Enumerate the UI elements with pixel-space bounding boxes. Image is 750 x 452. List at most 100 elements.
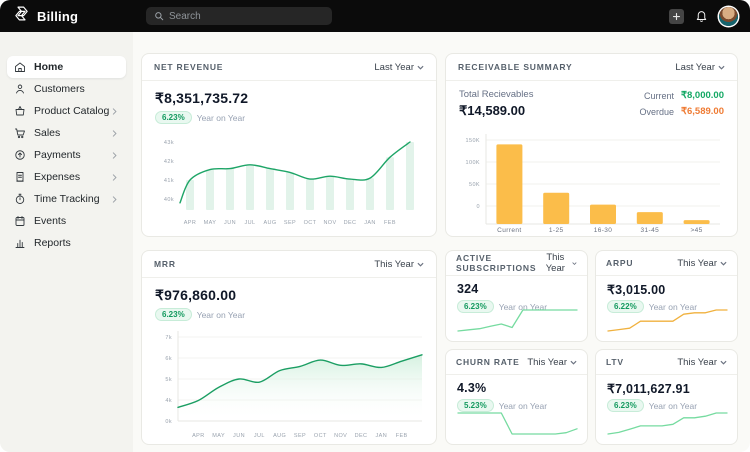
svg-text:31-45: 31-45 xyxy=(640,227,659,234)
svg-text:JUL: JUL xyxy=(254,433,265,439)
card-title: CHURN RATE xyxy=(456,357,520,367)
overdue-label: Overdue xyxy=(639,107,674,117)
churn-rate-header: CHURN RATE This Year xyxy=(446,350,587,375)
notifications-bell-icon[interactable] xyxy=(695,9,708,23)
sidebar-item-label: Time Tracking xyxy=(34,193,100,205)
chevron-right-icon xyxy=(111,196,118,203)
receivable-summary-card: RECEIVABLE SUMMARY Last Year Total Recie… xyxy=(445,53,738,237)
ltv-header: LTV This Year xyxy=(596,350,737,375)
app-title: Billing xyxy=(37,9,78,24)
ltv-value: ₹7,011,627.91 xyxy=(607,381,690,396)
overdue-value: ₹6,589.00 xyxy=(681,106,724,117)
current-value: ₹8,000.00 xyxy=(681,90,724,101)
sidebar-item-time-tracking[interactable]: Time Tracking xyxy=(7,188,126,210)
svg-text:AUG: AUG xyxy=(263,220,276,226)
svg-text:40k: 40k xyxy=(164,197,174,203)
total-receivables: Total Recievables ₹14,589.00 xyxy=(459,89,533,119)
svg-text:NOV: NOV xyxy=(334,433,347,439)
change-label: Year on Year xyxy=(197,310,245,320)
sidebar-item-label: Customers xyxy=(34,83,85,95)
change-label: Year on Year xyxy=(649,401,697,411)
mrr-chart: 7k6k5k4k0kAPRMAYJUNJULAUGSEPOCTNOVDECJAN… xyxy=(154,325,426,443)
current-label: Current xyxy=(644,91,674,101)
card-title: MRR xyxy=(154,259,176,269)
svg-text:APR: APR xyxy=(192,433,205,439)
arpu-value: ₹3,015.00 xyxy=(607,282,665,297)
svg-text:FEB: FEB xyxy=(396,433,408,439)
net-revenue-card: NET REVENUE Last Year ₹8,351,735.72 6.23… xyxy=(141,53,437,237)
basket-icon xyxy=(14,105,26,117)
svg-text:42k: 42k xyxy=(164,159,174,165)
chevron-down-icon xyxy=(720,360,727,365)
sidebar-item-label: Reports xyxy=(34,237,71,249)
svg-text:JUN: JUN xyxy=(224,220,236,226)
net-revenue-header: NET REVENUE Last Year xyxy=(142,54,436,81)
bar-chart-icon xyxy=(14,237,26,249)
churn-rate-period-dropdown[interactable]: This Year xyxy=(527,357,577,368)
svg-text:AUG: AUG xyxy=(273,433,286,439)
svg-text:6k: 6k xyxy=(165,356,172,362)
svg-text:JUL: JUL xyxy=(245,220,256,226)
active-subscriptions-header: ACTIVE SUBSCRIPTIONS This Year xyxy=(446,251,587,276)
arpu-card: ARPU This Year ₹3,015.00 6.22% Year on Y… xyxy=(595,250,738,342)
arpu-period-dropdown[interactable]: This Year xyxy=(677,258,727,269)
active-subscriptions-value: 324 xyxy=(457,282,478,296)
search-input[interactable]: Search xyxy=(146,7,332,25)
topbar-actions xyxy=(669,0,738,32)
chevron-down-icon xyxy=(417,262,424,267)
svg-text:7k: 7k xyxy=(165,335,172,341)
svg-text:DEC: DEC xyxy=(344,220,357,226)
active-subscriptions-period-dropdown[interactable]: This Year xyxy=(541,252,577,274)
mrr-change-row: 6.23% Year on Year xyxy=(155,308,245,321)
period-value: Last Year xyxy=(374,62,414,73)
svg-text:41k: 41k xyxy=(164,178,174,184)
sidebar-item-customers[interactable]: Customers xyxy=(7,78,126,100)
sidebar-item-label: Events xyxy=(34,215,66,227)
add-button[interactable] xyxy=(669,9,684,24)
card-title: RECEIVABLE SUMMARY xyxy=(458,62,573,72)
sidebar-item-sales[interactable]: Sales xyxy=(7,122,126,144)
arpu-sparkline xyxy=(607,308,728,333)
arpu-header: ARPU This Year xyxy=(596,251,737,276)
sidebar-item-payments[interactable]: Payments xyxy=(7,144,126,166)
svg-text:OCT: OCT xyxy=(314,433,327,439)
active-subscriptions-card: ACTIVE SUBSCRIPTIONS This Year 324 6.23%… xyxy=(445,250,588,342)
payments-icon xyxy=(14,149,26,161)
receivable-summary-period-dropdown[interactable]: Last Year xyxy=(675,62,725,73)
sidebar-item-home[interactable]: Home xyxy=(7,56,126,78)
brand: Billing xyxy=(13,0,78,32)
period-value: This Year xyxy=(541,252,569,274)
ltv-period-dropdown[interactable]: This Year xyxy=(677,357,727,368)
svg-text:4k: 4k xyxy=(165,398,172,404)
calendar-icon xyxy=(14,215,26,227)
chevron-down-icon xyxy=(570,360,577,365)
svg-text:OCT: OCT xyxy=(304,220,317,226)
user-avatar[interactable] xyxy=(719,7,738,26)
sidebar-item-label: Sales xyxy=(34,127,60,139)
sidebar-item-label: Home xyxy=(34,61,63,73)
card-title: ARPU xyxy=(606,258,633,268)
svg-text:SEP: SEP xyxy=(284,220,296,226)
net-revenue-chart: 43k42k41k40kAPRMAYJUNJULAUGSEPOCTNOVDECJ… xyxy=(154,128,426,230)
sidebar-item-product-catalog[interactable]: Product Catalog xyxy=(7,100,126,122)
sidebar-item-expenses[interactable]: Expenses xyxy=(7,166,126,188)
sidebar-item-reports[interactable]: Reports xyxy=(7,232,126,254)
svg-text:JAN: JAN xyxy=(364,220,376,226)
card-title: LTV xyxy=(606,357,624,367)
churn-rate-card: CHURN RATE This Year 4.3% 5.23% Year on … xyxy=(445,349,588,445)
svg-text:JAN: JAN xyxy=(376,433,388,439)
chevron-right-icon xyxy=(111,152,118,159)
ltv-sparkline xyxy=(607,411,728,436)
net-revenue-period-dropdown[interactable]: Last Year xyxy=(374,62,424,73)
period-value: Last Year xyxy=(675,62,715,73)
topbar: Billing Search xyxy=(0,0,750,32)
svg-text:>45: >45 xyxy=(690,227,702,234)
overdue-row: Overdue ₹6,589.00 xyxy=(639,106,724,117)
app-window: Billing Search Home Customers Product Cata… xyxy=(0,0,750,452)
svg-text:100K: 100K xyxy=(466,160,480,166)
sidebar-item-events[interactable]: Events xyxy=(7,210,126,232)
person-icon xyxy=(14,83,26,95)
mrr-period-dropdown[interactable]: This Year xyxy=(374,259,424,270)
sidebar-item-label: Product Catalog xyxy=(34,105,109,117)
plus-icon xyxy=(672,12,681,21)
